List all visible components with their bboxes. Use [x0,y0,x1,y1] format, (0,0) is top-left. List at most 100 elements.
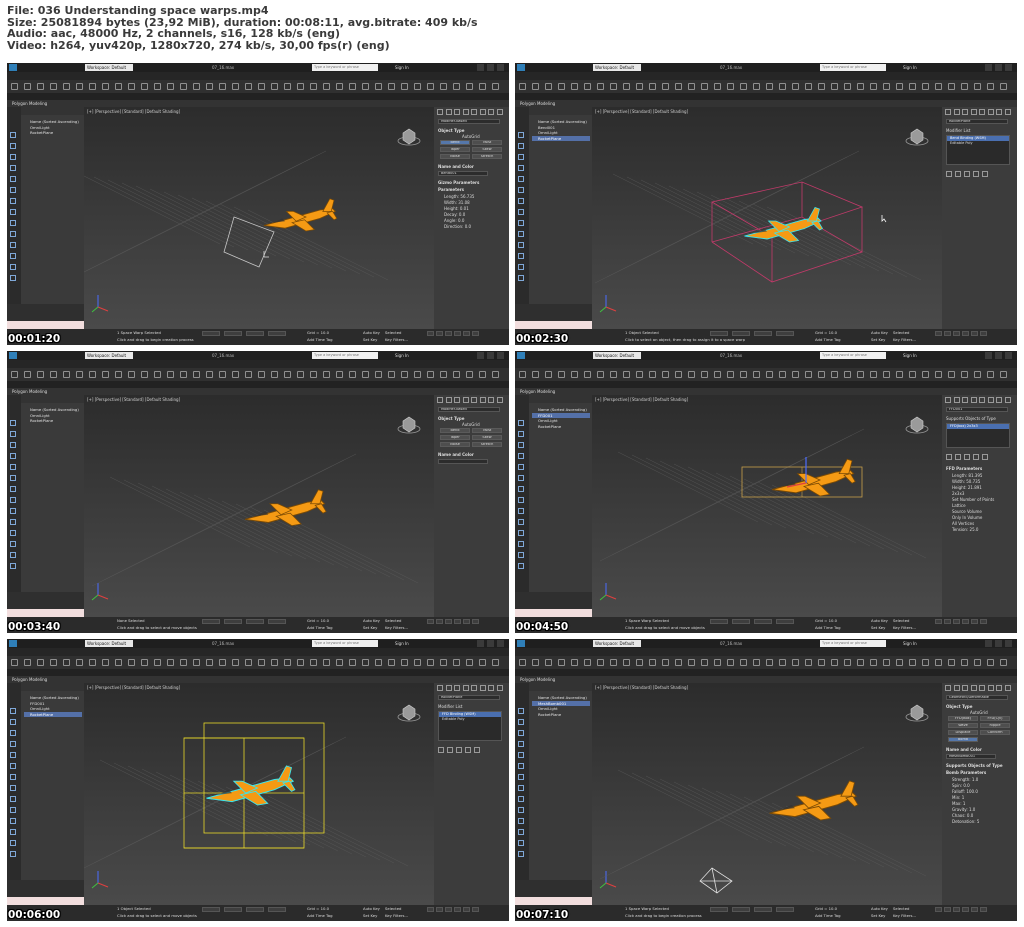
toolbar-tool-icon[interactable] [636,83,643,90]
coordinate-field[interactable] [268,331,286,336]
panel-section-header[interactable]: Name and Color [438,452,474,457]
panel-dropdown[interactable]: RocketPlane [946,119,1008,124]
toolbar-tool-icon[interactable] [623,83,630,90]
toolbar-tool-icon[interactable] [479,659,486,666]
toolbar-tool-icon[interactable] [558,371,565,378]
playback-control-icon[interactable] [944,619,951,624]
coordinate-field[interactable] [754,619,772,624]
maximize-icon[interactable] [487,640,494,647]
key-filters-button[interactable]: Key Filters... [385,337,408,342]
toolbar-tool-icon[interactable] [180,371,187,378]
command-tab-icon[interactable] [496,685,503,691]
toolbar-tool-icon[interactable] [948,371,955,378]
playback-control-icon[interactable] [427,907,434,912]
stack-tool-icon[interactable] [955,171,961,177]
explorer-filter-icon[interactable] [10,530,16,536]
toolbar-tool-icon[interactable] [805,659,812,666]
toolbar-tool-icon[interactable] [701,659,708,666]
toolbar-tool-icon[interactable] [779,371,786,378]
explorer-filter-icon[interactable] [518,453,524,459]
explorer-filter-icon[interactable] [10,730,16,736]
playback-control-icon[interactable] [944,907,951,912]
stack-tool-icon[interactable] [955,454,961,460]
explorer-filter-icon[interactable] [518,818,524,824]
toolbar-tool-icon[interactable] [89,83,96,90]
toolbar-tool-icon[interactable] [63,371,70,378]
toolbar-tool-icon[interactable] [987,83,994,90]
toolbar-tool-icon[interactable] [896,659,903,666]
explorer-filter-icon[interactable] [518,730,524,736]
toolbar-tool-icon[interactable] [766,371,773,378]
toolbar-tool-icon[interactable] [909,83,916,90]
panel-section-header[interactable]: Gizmo Parameters [438,180,479,185]
key-filters-button[interactable]: Key Filters... [893,913,916,918]
stack-tool-icon[interactable] [465,747,471,753]
toolbar-tool-icon[interactable] [597,371,604,378]
explorer-filter-icon[interactable] [518,752,524,758]
toolbar-tool-icon[interactable] [50,659,57,666]
playback-control-icon[interactable] [436,619,443,624]
toolbar-tool-icon[interactable] [714,659,721,666]
command-tab-icon[interactable] [462,109,469,115]
toolbar-tool-icon[interactable] [167,83,174,90]
object-type-button[interactable]: Noise [440,442,470,447]
toolbar-tool-icon[interactable] [128,83,135,90]
toolbar-tool-icon[interactable] [219,371,226,378]
ribbon-polygon-modeling[interactable]: Polygon Modeling [7,100,509,107]
explorer-filter-icon[interactable] [518,563,524,569]
command-tab-icon[interactable] [979,109,985,115]
set-key-button[interactable]: Set Key [871,337,885,342]
toolbar-tool-icon[interactable] [766,83,773,90]
toolbar-tool-icon[interactable] [675,83,682,90]
coordinate-field[interactable] [776,619,794,624]
toolbar-tool-icon[interactable] [323,659,330,666]
command-tab-icon[interactable] [996,109,1002,115]
toolbar-tool-icon[interactable] [37,659,44,666]
explorer-filter-icon[interactable] [518,840,524,846]
toolbar-tool-icon[interactable] [50,371,57,378]
key-filters-button[interactable]: Key Filters... [385,913,408,918]
coordinate-field[interactable] [224,331,242,336]
toolbar-tool-icon[interactable] [11,371,18,378]
panel-section-header[interactable]: Name and Color [946,747,982,752]
object-type-button[interactable]: Stretch [472,154,502,159]
toolbar-tool-icon[interactable] [922,659,929,666]
command-tab-icon[interactable] [979,685,985,691]
toolbar-tool-icon[interactable] [453,83,460,90]
explorer-filter-icon[interactable] [10,220,16,226]
toolbar-tool-icon[interactable] [662,659,669,666]
toolbar-tool-icon[interactable] [492,83,499,90]
command-tab-icon[interactable] [987,109,994,115]
explorer-filter-icon[interactable] [518,275,524,281]
toolbar-tool-icon[interactable] [193,371,200,378]
toolbar-tool-icon[interactable] [466,83,473,90]
toolbar-tool-icon[interactable] [115,371,122,378]
toolbar-tool-icon[interactable] [466,659,473,666]
stack-tool-icon[interactable] [973,171,979,177]
stack-tool-icon[interactable] [946,454,952,460]
ribbon-polygon-modeling[interactable]: Polygon Modeling [515,676,1017,683]
explorer-sort-header[interactable]: Name (Sorted Ascending) [24,407,82,413]
playback-control-icon[interactable] [427,331,434,336]
key-mode-selected[interactable]: Selected [385,618,401,623]
playback-control-icon[interactable] [953,331,960,336]
coordinate-field[interactable] [710,331,728,336]
explorer-item[interactable]: RocketPlane [24,418,82,424]
toolbar-tool-icon[interactable] [961,371,968,378]
stack-tool-icon[interactable] [964,454,970,460]
explorer-filter-icon[interactable] [518,209,524,215]
perspective-viewport[interactable]: [+] [Perspective] [Standard] [Default Sh… [592,107,942,329]
explorer-filter-icon[interactable] [518,774,524,780]
playback-control-icon[interactable] [962,907,969,912]
toolbar-tool-icon[interactable] [440,371,447,378]
toolbar-tool-icon[interactable] [662,83,669,90]
explorer-filter-icon[interactable] [10,420,16,426]
auto-key-button[interactable]: Auto Key [363,618,380,623]
object-type-button[interactable]: Conform [980,730,1010,735]
toolbar-tool-icon[interactable] [987,659,994,666]
object-type-button[interactable]: Displace [948,730,978,735]
maximize-icon[interactable] [487,352,494,359]
explorer-filter-icon[interactable] [518,198,524,204]
stack-tool-icon[interactable] [456,747,462,753]
perspective-viewport[interactable]: [+] [Perspective] [Standard] [Default Sh… [84,107,434,329]
